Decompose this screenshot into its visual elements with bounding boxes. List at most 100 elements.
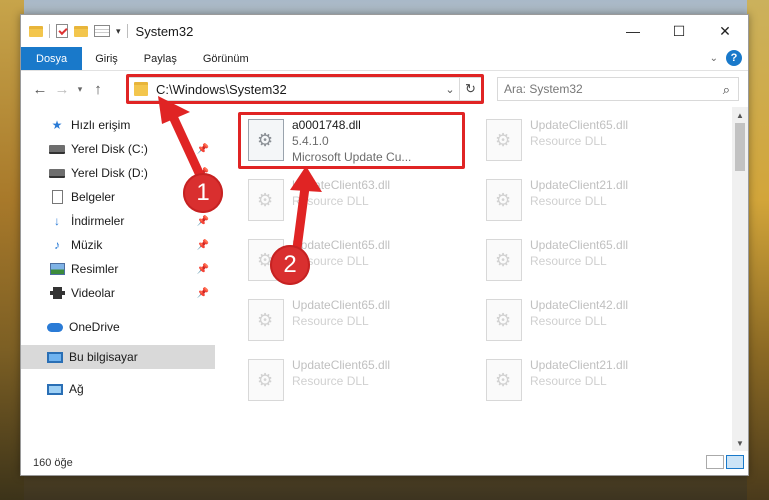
sidebar-item-pictures[interactable]: Resimler 📌 xyxy=(21,257,215,281)
sidebar-item-music[interactable]: ♪ Müzik 📌 xyxy=(21,233,215,257)
dll-file-icon xyxy=(486,299,522,341)
details-view-icon[interactable] xyxy=(706,455,724,469)
window-controls: — ☐ ✕ xyxy=(610,15,748,47)
file-name: UpdateClient42.dll xyxy=(530,298,629,312)
computer-icon xyxy=(47,350,63,364)
desktop-background-right xyxy=(747,0,769,500)
divider xyxy=(49,24,50,38)
tab-home[interactable]: Giriş xyxy=(82,47,131,70)
music-icon: ♪ xyxy=(54,238,60,252)
cloud-icon xyxy=(47,320,63,334)
title-bar: ▾ System32 — ☐ ✕ xyxy=(21,15,748,47)
sidebar-item-label: İndirmeler xyxy=(71,214,125,228)
status-bar: 160 öğe xyxy=(21,451,748,475)
file-name: UpdateClient65.dll xyxy=(292,358,391,372)
item-count: 160 öğe xyxy=(33,457,73,469)
main-content: ★ Hızlı erişim Yerel Disk (C:) 📌 Yerel D… xyxy=(21,107,748,451)
quick-access-toolbar: ▾ xyxy=(21,24,128,38)
sidebar-item-network[interactable]: Ağ xyxy=(21,377,215,401)
file-item[interactable]: UpdateClient21.dll Resource DLL xyxy=(478,173,703,233)
sidebar-item-label: Müzik xyxy=(71,238,103,252)
pin-icon[interactable]: 📌 xyxy=(197,216,209,227)
file-name: UpdateClient65.dll xyxy=(530,238,629,252)
dll-file-icon xyxy=(486,359,522,401)
file-name: UpdateClient21.dll xyxy=(530,178,629,192)
sidebar-item-downloads[interactable]: ↓ İndirmeler 📌 xyxy=(21,209,215,233)
annotation-badge-1: 1 xyxy=(183,173,223,213)
pin-icon[interactable]: 📌 xyxy=(197,264,209,275)
star-icon: ★ xyxy=(51,118,63,132)
network-icon xyxy=(47,382,63,396)
view-toggle xyxy=(706,455,744,469)
file-item[interactable]: UpdateClient65.dll Resource DLL xyxy=(478,113,703,173)
disk-icon xyxy=(49,166,65,180)
chevron-down-icon[interactable]: ▾ xyxy=(116,26,121,37)
back-arrow-icon[interactable]: ← xyxy=(29,81,51,98)
tab-share[interactable]: Paylaş xyxy=(131,47,190,70)
file-item[interactable]: UpdateClient65.dll Resource DLL xyxy=(478,233,703,293)
close-button[interactable]: ✕ xyxy=(702,15,748,47)
file-item[interactable]: UpdateClient65.dll Resource DLL xyxy=(240,353,465,413)
sidebar-item-label: Yerel Disk (D:) xyxy=(71,166,148,180)
new-folder-icon[interactable] xyxy=(74,25,88,37)
customize-icon[interactable] xyxy=(94,25,110,37)
tiles-view-icon[interactable] xyxy=(726,455,744,469)
vertical-scrollbar[interactable]: ▲ ▼ xyxy=(732,107,748,451)
sidebar-item-this-pc[interactable]: Bu bilgisayar xyxy=(21,345,215,369)
sidebar-item-label: Ağ xyxy=(69,382,84,396)
videos-icon xyxy=(49,286,65,300)
file-name: UpdateClient65.dll xyxy=(292,298,391,312)
file-explorer-window: ▾ System32 — ☐ ✕ Dosya Giriş Paylaş Görü… xyxy=(20,14,749,476)
search-input[interactable]: Ara: System32 ⌕ xyxy=(497,77,739,101)
forward-arrow-icon[interactable]: → xyxy=(51,81,73,98)
file-name: UpdateClient21.dll xyxy=(530,358,629,372)
document-icon xyxy=(49,190,65,204)
scroll-down-icon[interactable]: ▼ xyxy=(732,435,748,451)
window-title: System32 xyxy=(135,23,194,39)
file-item[interactable]: UpdateClient21.dll Resource DLL xyxy=(478,353,703,413)
folder-icon xyxy=(29,25,43,37)
up-arrow-icon[interactable]: ↑ xyxy=(87,81,109,98)
sidebar-item-label: Belgeler xyxy=(71,190,116,204)
file-description: Resource DLL xyxy=(292,374,369,388)
maximize-button[interactable]: ☐ xyxy=(656,15,702,47)
dll-file-icon xyxy=(486,179,522,221)
scroll-up-icon[interactable]: ▲ xyxy=(732,107,748,123)
sidebar-item-label: Yerel Disk (C:) xyxy=(71,142,148,156)
search-placeholder: Ara: System32 xyxy=(504,82,583,96)
pictures-icon xyxy=(49,262,65,276)
pin-icon[interactable]: 📌 xyxy=(197,288,209,299)
disk-icon xyxy=(49,142,65,156)
dll-file-icon xyxy=(248,359,284,401)
sidebar-item-label: Bu bilgisayar xyxy=(69,350,138,364)
properties-check-icon[interactable] xyxy=(56,24,68,38)
file-description: Resource DLL xyxy=(292,314,369,328)
recent-locations-icon[interactable]: ▾ xyxy=(73,84,87,95)
help-icon[interactable]: ? xyxy=(726,50,742,66)
tab-view[interactable]: Görünüm xyxy=(190,47,262,70)
minimize-button[interactable]: — xyxy=(610,15,656,47)
ribbon-tabs: Dosya Giriş Paylaş Görünüm ⌄ ? xyxy=(21,47,748,71)
file-description: Resource DLL xyxy=(530,254,607,268)
dll-file-icon xyxy=(486,119,522,161)
ribbon-right-controls: ⌄ ? xyxy=(710,50,742,66)
pin-icon[interactable]: 📌 xyxy=(197,240,209,251)
file-description: Resource DLL xyxy=(530,194,607,208)
sidebar-item-videos[interactable]: Videolar 📌 xyxy=(21,281,215,305)
tab-file[interactable]: Dosya xyxy=(21,47,83,70)
dll-file-icon xyxy=(486,239,522,281)
scrollbar-thumb[interactable] xyxy=(735,123,745,171)
sidebar-item-onedrive[interactable]: OneDrive xyxy=(21,315,215,339)
file-name: UpdateClient65.dll xyxy=(530,118,629,132)
file-description: Resource DLL xyxy=(530,134,607,148)
expand-ribbon-icon[interactable]: ⌄ xyxy=(710,53,718,64)
dll-file-icon xyxy=(248,299,284,341)
file-item[interactable]: UpdateClient42.dll Resource DLL xyxy=(478,293,703,353)
sidebar-item-label: Hızlı erişim xyxy=(71,118,131,132)
search-icon[interactable]: ⌕ xyxy=(723,82,730,98)
download-icon: ↓ xyxy=(54,214,60,228)
file-description: Resource DLL xyxy=(530,314,607,328)
file-item[interactable]: UpdateClient65.dll Resource DLL xyxy=(240,293,465,353)
file-item[interactable]: UpdateClient63.dllResource DLL xyxy=(240,173,465,233)
navigation-bar: ← → ▾ ↑ C:\Windows\System32 ⌄ ↻ Ara: Sys… xyxy=(21,71,748,107)
